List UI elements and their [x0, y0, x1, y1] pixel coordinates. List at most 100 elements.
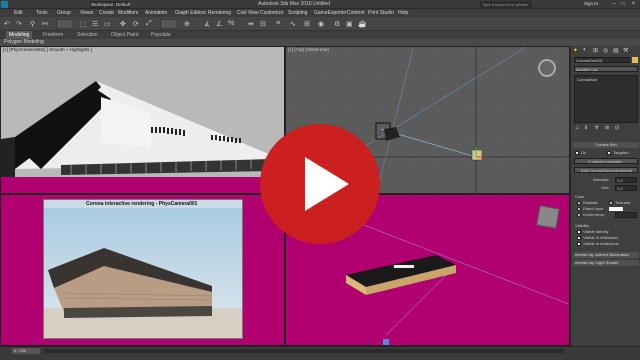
render-icon[interactable]: ☕ — [358, 20, 367, 28]
unlink-icon[interactable]: ⚯ — [42, 20, 48, 28]
exclude-button[interactable]: 0 objects excluded... — [574, 158, 638, 164]
minimize-button[interactable]: – — [610, 1, 618, 8]
menu-views[interactable]: Views — [80, 10, 93, 16]
stack-item[interactable]: CoronaSun — [577, 77, 597, 82]
align-icon[interactable]: ⊟ — [260, 20, 266, 28]
menu-content[interactable]: Content — [347, 10, 365, 16]
object-color-swatch[interactable] — [632, 57, 638, 63]
modifier-list-dropdown[interactable]: Modifier List — [574, 66, 638, 72]
on-checkbox[interactable] — [575, 151, 579, 155]
percent-snap-icon[interactable]: % — [228, 20, 234, 27]
visible-reflections-checkbox[interactable] — [577, 236, 581, 240]
app-logo-icon[interactable] — [1, 1, 8, 8]
maximize-button[interactable]: □ — [619, 1, 627, 8]
viewcube-icon[interactable] — [536, 205, 560, 229]
menu-graph-editors[interactable]: Graph Editors — [175, 10, 206, 16]
schematic-icon[interactable]: ⊞ — [304, 20, 310, 28]
textured-radio[interactable] — [609, 201, 613, 205]
visible-refractions-label: Visible in refractions — [583, 241, 619, 246]
undo-icon[interactable]: ↶ — [4, 20, 10, 28]
tab-object-paint[interactable]: Object Paint — [108, 31, 141, 39]
menu-gameexporter[interactable]: GameExporter — [314, 10, 347, 16]
render-frame: Corona interactive rendering - PhysCamer… — [43, 199, 243, 339]
targeted-checkbox[interactable] — [607, 151, 611, 155]
signin-link[interactable]: Sign In — [584, 1, 598, 6]
render-setup-icon[interactable]: ⚙ — [334, 20, 340, 28]
menu-rendering[interactable]: Rendering — [208, 10, 231, 16]
remove-modifier-icon[interactable]: ⊘ — [605, 125, 609, 131]
scale-icon[interactable]: ⤢ — [146, 20, 152, 28]
menu-animation[interactable]: Animation — [145, 10, 167, 16]
menu-modifiers[interactable]: Modifiers — [118, 10, 138, 16]
polygon-modeling-panel[interactable]: Polygon Modeling — [4, 39, 44, 46]
section-header-corona-sun[interactable]: Corona Sun — [573, 142, 639, 148]
modify-tab-icon[interactable]: ◐ — [583, 47, 587, 53]
direct-input-radio[interactable] — [577, 207, 581, 211]
visible-directly-checkbox[interactable] — [577, 230, 581, 234]
move-icon[interactable]: ✥ — [120, 20, 126, 28]
building-model-shaded — [1, 81, 284, 193]
title-bar: Workspace: Default Autodesk 3ds Max 2016… — [0, 0, 640, 9]
display-tab-icon[interactable]: ▤ — [613, 47, 619, 54]
direct-color-swatch[interactable] — [609, 207, 623, 211]
kelvin-radio[interactable] — [577, 213, 581, 217]
size-spinner[interactable]: 1,0 — [615, 185, 637, 191]
hierarchy-tab-icon[interactable]: ⊞ — [593, 47, 598, 54]
tab-populate[interactable]: Populate — [148, 31, 174, 39]
add-environment-button[interactable]: Add CoronaSky environment — [574, 167, 638, 173]
selection-filter-dropdown[interactable] — [56, 19, 74, 29]
menu-create[interactable]: Create — [99, 10, 114, 16]
rendered-frame-icon[interactable]: ▣ — [346, 20, 353, 28]
viewport-corona-render[interactable]: Corona interactive rendering - PhysCamer… — [0, 194, 285, 346]
menu-customize[interactable]: Customize — [260, 10, 284, 16]
object-name-field[interactable]: CoronaSun001 — [574, 57, 630, 63]
menu-civil-view[interactable]: Civil View — [237, 10, 259, 16]
close-button[interactable]: × — [629, 1, 638, 8]
reference-coord-dropdown[interactable] — [160, 19, 178, 29]
layers-icon[interactable]: ≡ — [276, 20, 280, 27]
menu-scripting[interactable]: Scripting — [288, 10, 307, 16]
material-editor-icon[interactable]: ◉ — [318, 20, 324, 28]
snap-icon[interactable]: ∡ — [204, 20, 210, 28]
tab-selection[interactable]: Selection — [74, 31, 101, 39]
menu-print-studio[interactable]: Print Studio — [368, 10, 394, 16]
intensity-spinner[interactable]: 1,0 — [615, 177, 637, 183]
menu-group[interactable]: Group — [57, 10, 71, 16]
modifier-stack[interactable]: CoronaSun — [574, 75, 638, 123]
section-header-mr-shader[interactable]: mental ray: Light Shader — [573, 260, 639, 266]
realistic-radio[interactable] — [577, 201, 581, 205]
visible-refractions-checkbox[interactable] — [577, 242, 581, 246]
angle-snap-icon[interactable]: ∠ — [216, 20, 222, 28]
create-tab-icon[interactable]: ✦ — [573, 47, 578, 54]
rect-select-icon[interactable]: ▭ — [104, 20, 111, 28]
pivot-icon[interactable]: ⊕ — [184, 20, 190, 28]
pin-stack-icon[interactable]: ⊥ — [575, 125, 579, 131]
rotate-icon[interactable]: ⟳ — [133, 20, 139, 28]
tab-freeform[interactable]: Freeform — [40, 31, 66, 39]
timeline-track[interactable] — [44, 349, 564, 353]
menu-tools[interactable]: Tools — [36, 10, 48, 16]
select-icon[interactable]: ⬚ — [80, 20, 87, 28]
viewcube-compass-icon[interactable] — [538, 59, 556, 77]
video-play-button[interactable] — [259, 123, 381, 245]
utilities-tab-icon[interactable]: ⚒ — [623, 47, 628, 54]
motion-tab-icon[interactable]: ◎ — [603, 47, 608, 54]
time-slider[interactable]: 0 / 100 — [12, 348, 40, 354]
window-title: Autodesk 3ds Max 2016 Untitled — [258, 1, 330, 7]
workspace-selector[interactable]: Workspace: Default — [90, 1, 130, 8]
redo-icon[interactable]: ↷ — [16, 20, 22, 28]
tab-modeling[interactable]: Modeling — [6, 31, 33, 39]
show-end-result-icon[interactable]: Ⅱ — [585, 125, 587, 131]
menu-help[interactable]: Help — [398, 10, 408, 16]
link-icon[interactable]: ⚲ — [30, 20, 35, 28]
kelvin-spinner[interactable] — [615, 212, 637, 218]
menu-edit[interactable]: Edit — [14, 10, 23, 16]
configure-sets-icon[interactable]: ⊡ — [615, 125, 619, 131]
curve-editor-icon[interactable]: ∿ — [290, 20, 296, 28]
make-unique-icon[interactable]: ∀ — [595, 125, 598, 131]
mirror-icon[interactable]: ⇹ — [248, 20, 254, 28]
select-by-name-icon[interactable]: ☰ — [92, 20, 98, 28]
section-header-mr-indirect[interactable]: mental ray Indirect Illumination — [573, 252, 639, 258]
search-input[interactable]: Type a keyword or phrase — [480, 1, 532, 8]
viewport-camera-shaded[interactable]: [+] [PhysCamera001] [ Smooth + Highlight… — [0, 46, 285, 194]
